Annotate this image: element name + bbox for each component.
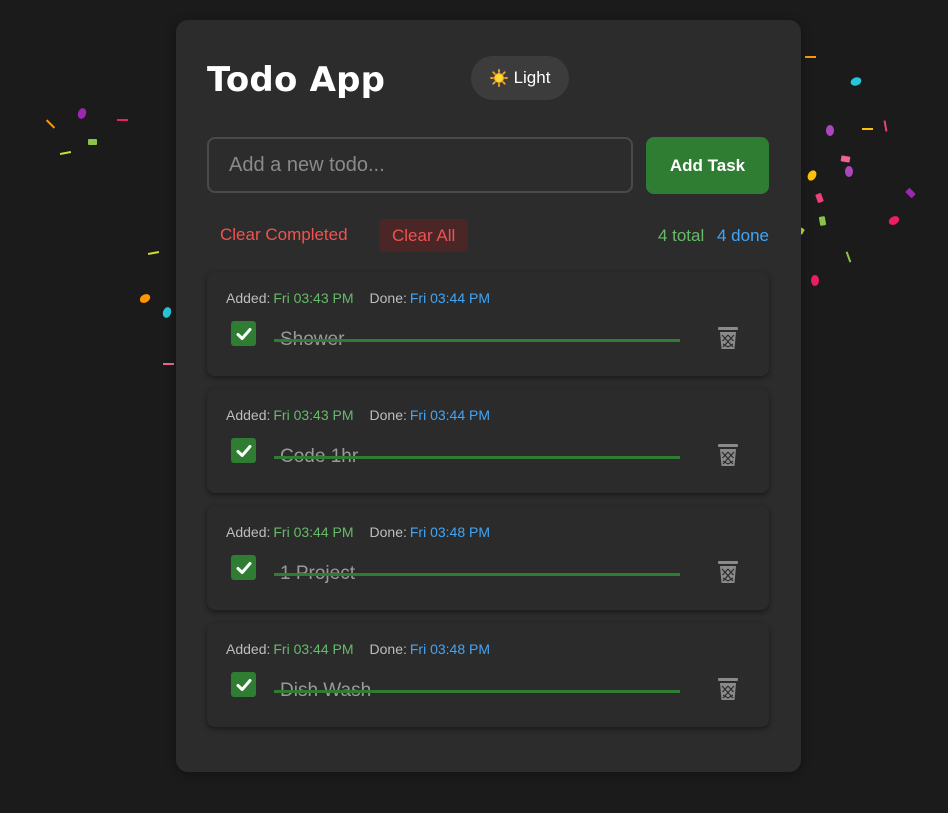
todo-meta: Added: Fri 03:44 PM Done: Fri 03:48 PM [226,640,490,658]
strikethrough-line [274,690,680,693]
confetti-piece [862,128,873,130]
check-icon [236,678,251,691]
confetti-piece [88,139,97,145]
confetti-piece [117,119,128,121]
trash-icon[interactable] [716,559,740,585]
added-label: Added: [226,524,271,540]
added-time: Fri 03:43 PM [273,290,354,306]
todo-checkbox[interactable] [231,672,256,697]
confetti-piece [840,155,851,163]
check-icon [236,561,251,574]
theme-toggle-label: Light [513,68,551,87]
confetti-piece [905,187,916,199]
done-time: Fri 03:44 PM [409,290,491,306]
confetti-piece [45,119,56,129]
done-count: 4 done [717,226,769,245]
strikethrough-line [274,573,680,576]
confetti-piece [849,75,863,88]
clear-completed-button[interactable]: Clear Completed [210,219,358,251]
confetti-piece [138,292,152,305]
todo-item: Added: Fri 03:44 PM Done: Fri 03:48 PM Dish… [207,623,769,727]
confetti-piece [815,192,824,204]
confetti-piece [887,214,901,227]
confetti-piece [805,168,819,183]
check-icon [236,327,251,340]
done-label: Done: [369,407,407,423]
done-label: Done: [369,524,407,540]
todo-checkbox[interactable] [231,438,256,463]
strikethrough-line [274,339,680,342]
trash-icon[interactable] [716,325,740,351]
page-title: Todo App [207,60,386,100]
confetti-piece [818,216,827,226]
added-label: Added: [226,641,271,657]
strikethrough-line [274,456,680,459]
confetti-piece [59,151,72,155]
clear-all-button[interactable]: Clear All [379,219,469,252]
todo-meta: Added: Fri 03:43 PM Done: Fri 03:44 PM [226,289,490,307]
sun-icon [489,69,508,87]
todo-checkbox[interactable] [231,555,256,580]
added-time: Fri 03:44 PM [273,524,354,540]
added-time: Fri 03:44 PM [273,641,354,657]
confetti-piece [161,305,173,320]
confetti-piece [845,251,852,263]
confetti-piece [805,56,816,58]
total-count: 4 total [657,226,705,245]
todo-card: Todo App Light Add Task Clear Completed [176,20,801,772]
done-label: Done: [369,290,407,306]
todo-meta: Added: Fri 03:43 PM Done: Fri 03:44 PM [226,406,490,424]
done-time: Fri 03:48 PM [409,524,491,540]
trash-icon[interactable] [716,676,740,702]
done-label: Done: [369,641,407,657]
add-task-button[interactable]: Add Task [646,137,769,194]
added-label: Added: [226,290,271,306]
confetti-piece [147,251,160,255]
added-label: Added: [226,407,271,423]
todo-item: Added: Fri 03:43 PM Done: Fri 03:44 PM Show… [207,272,769,376]
added-time: Fri 03:43 PM [273,407,354,423]
todo-meta: Added: Fri 03:44 PM Done: Fri 03:48 PM [226,523,490,541]
done-time: Fri 03:48 PM [409,641,491,657]
confetti-piece [811,275,819,286]
todo-item: Added: Fri 03:44 PM Done: Fri 03:48 PM 1 Pr… [207,506,769,610]
confetti-piece [883,120,888,132]
confetti-piece [845,166,853,177]
todo-checkbox[interactable] [231,321,256,346]
done-time: Fri 03:44 PM [409,407,491,423]
page-background: Todo App Light Add Task Clear Completed [0,0,948,813]
check-icon [236,444,251,457]
theme-toggle-button[interactable]: Light [471,56,569,100]
todo-stats: 4 total 4 done [658,226,769,246]
confetti-piece [163,363,174,365]
trash-icon[interactable] [716,442,740,468]
confetti-piece [76,106,88,121]
todo-item: Added: Fri 03:43 PM Done: Fri 03:44 PM Code… [207,389,769,493]
new-todo-input[interactable] [207,137,633,193]
confetti-piece [826,125,834,136]
